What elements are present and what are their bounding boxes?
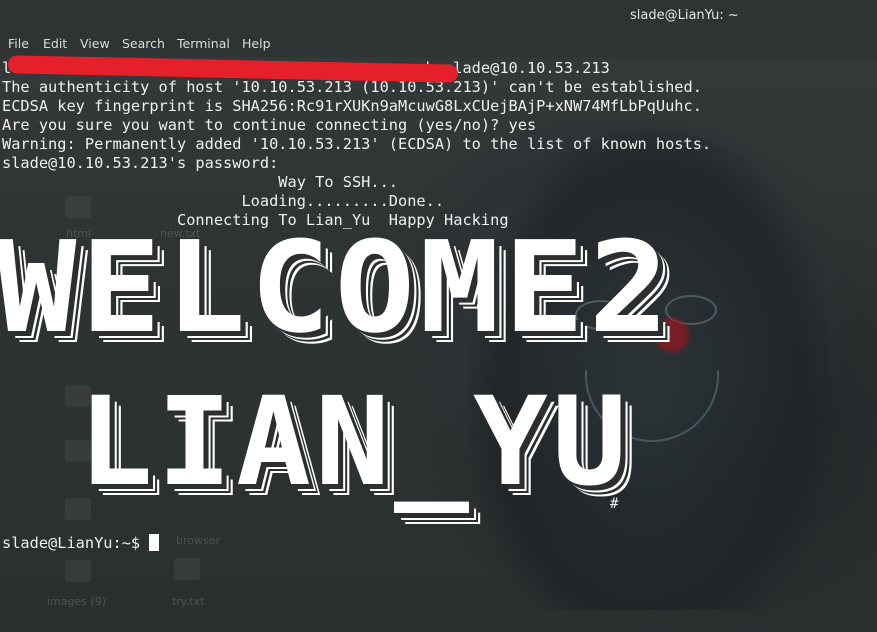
prompt-text: slade@LianYu:~$ bbox=[2, 534, 150, 552]
terminal-line: Way To SSH... bbox=[2, 173, 399, 191]
hash-mark: # bbox=[610, 496, 619, 512]
text-cursor bbox=[149, 534, 160, 551]
menu-file[interactable]: File bbox=[8, 36, 29, 51]
menu-bar: File Edit View Search Terminal Help bbox=[0, 32, 877, 57]
ascii-banner-welcome: WELCOME2 bbox=[0, 214, 674, 361]
menu-view[interactable]: View bbox=[80, 36, 110, 51]
terminal-line: Warning: Permanently added '10.10.53.213… bbox=[2, 135, 712, 153]
terminal-line: slade@10.10.53.213's password: bbox=[2, 154, 279, 172]
menu-terminal[interactable]: Terminal bbox=[177, 36, 230, 51]
terminal-line: Loading.........Done.. bbox=[2, 192, 445, 210]
menu-help[interactable]: Help bbox=[242, 36, 271, 51]
terminal-line: The authenticity of host '10.10.53.213 (… bbox=[2, 78, 702, 96]
menu-edit[interactable]: Edit bbox=[43, 36, 67, 51]
terminal-line: Are you sure you want to continue connec… bbox=[2, 116, 537, 134]
window-title: slade@LianYu: ~ bbox=[630, 8, 739, 23]
ascii-banner-lianyu: LIAN_YU bbox=[78, 371, 631, 513]
terminal-line: ECDSA key fingerprint is SHA256:Rc91rXUK… bbox=[2, 97, 702, 115]
shell-prompt[interactable]: slade@LianYu:~$ bbox=[2, 534, 160, 553]
window-titlebar[interactable]: slade@LianYu: ~ bbox=[0, 0, 877, 32]
menu-search[interactable]: Search bbox=[122, 36, 165, 51]
